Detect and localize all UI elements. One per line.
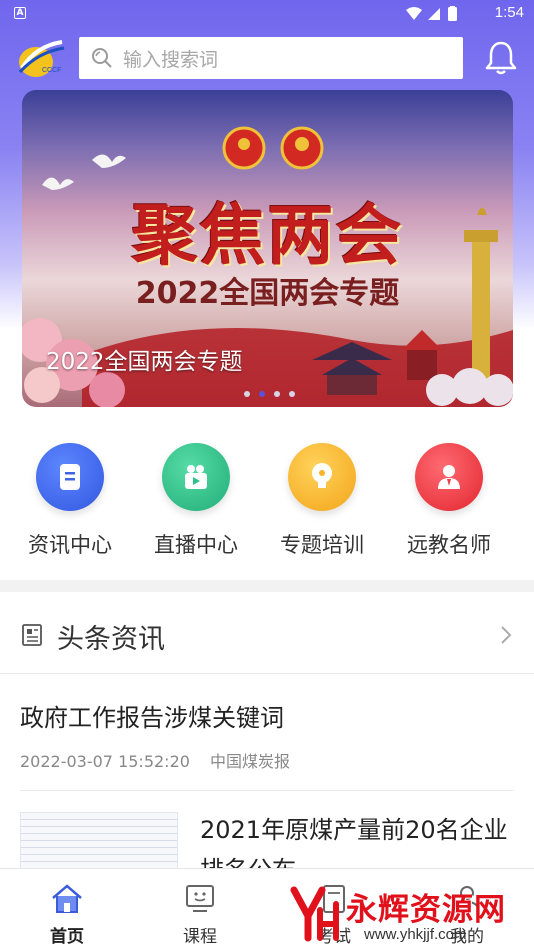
banner-headline: 聚焦两会 <box>131 196 404 274</box>
watermark: 永辉资源网 www.yhkjjf.com <box>286 880 534 950</box>
carousel-dot-active[interactable] <box>259 391 265 397</box>
news-item[interactable]: 政府工作报告涉煤关键词 2022-03-07 15:52:20 中国煤炭报 <box>0 676 534 792</box>
search-icon <box>92 48 112 68</box>
tab-label: 课程 <box>183 927 217 947</box>
course-icon <box>186 885 214 912</box>
tab-course[interactable]: 课程 <box>150 869 250 950</box>
teacher-icon <box>415 443 483 511</box>
home-icon <box>52 884 82 913</box>
news-thumbnail <box>20 812 178 872</box>
bell-icon[interactable] <box>485 40 517 76</box>
watermark-url: www.yhkjjf.com <box>364 926 467 943</box>
news-title: 政府工作报告涉煤关键词 <box>20 704 284 732</box>
search-placeholder: 输入搜索词 <box>123 48 219 71</box>
tab-home[interactable]: 首页 <box>17 869 117 950</box>
battery-icon <box>448 7 457 21</box>
clock: 1:54 <box>494 4 524 21</box>
watermark-text: 永辉资源网 <box>346 892 506 928</box>
carousel-dot[interactable] <box>274 391 280 397</box>
news-time: 2022-03-07 15:52:20 <box>20 752 190 771</box>
carousel-dot[interactable] <box>244 391 250 397</box>
news-meta: 2022-03-07 15:52:20 中国煤炭报 <box>20 748 290 772</box>
search-bar[interactable]: 输入搜索词 <box>79 37 463 79</box>
menu-label: 远教名师 <box>407 533 491 557</box>
menu-label: 直播中心 <box>154 533 238 557</box>
cell-signal-icon <box>428 8 440 20</box>
app-logo[interactable]: CCCF <box>16 38 66 80</box>
menu-label: 专题培训 <box>280 533 364 557</box>
chevron-right-icon[interactable] <box>497 623 515 647</box>
status-bar: A 1:54 <box>0 0 534 30</box>
svg-text:CCCF: CCCF <box>42 67 61 74</box>
promo-banner[interactable]: 聚焦两会 2022全国两会专题 2022全国两会专题 <box>22 90 513 407</box>
tab-label: 首页 <box>50 927 84 947</box>
section-divider <box>0 580 534 592</box>
lightbulb-icon <box>288 443 356 511</box>
signal-icons <box>406 6 457 21</box>
list-divider <box>20 790 514 791</box>
quick-menu: 资讯中心 直播中心 专题培训 远教名师 <box>0 440 534 570</box>
wifi-icon <box>406 7 422 20</box>
carousel-indicator[interactable] <box>244 391 295 397</box>
carousel-dot[interactable] <box>289 391 295 397</box>
section-title: 头条资讯 <box>57 624 165 655</box>
news-item[interactable]: 2021年原煤产量前20名企业排名公布 <box>0 792 534 872</box>
menu-label: 资讯中心 <box>28 533 112 557</box>
banner-caption: 2022全国两会专题 <box>46 349 243 375</box>
watermark-logo <box>290 886 339 942</box>
menu-item-special-training[interactable]: 专题培训 <box>262 440 382 559</box>
video-camera-icon <box>162 443 230 511</box>
news-title: 2021年原煤产量前20名企业排名公布 <box>200 816 508 872</box>
headlines-header[interactable]: 头条资讯 <box>0 598 534 674</box>
menu-item-famous-teachers[interactable]: 远教名师 <box>389 440 509 559</box>
news-source: 中国煤炭报 <box>209 752 290 771</box>
menu-item-news-center[interactable]: 资讯中心 <box>10 440 130 559</box>
notification-app-icon: A <box>14 7 26 19</box>
newspaper-icon <box>22 624 42 646</box>
banner-subheadline: 2022全国两会专题 <box>135 276 400 311</box>
document-icon <box>36 443 104 511</box>
menu-item-live-center[interactable]: 直播中心 <box>136 440 256 559</box>
app-home-screen: A 1:54 CCCF 输入搜索词 聚焦两会 2022全国两会专题 2022全国… <box>0 0 534 950</box>
